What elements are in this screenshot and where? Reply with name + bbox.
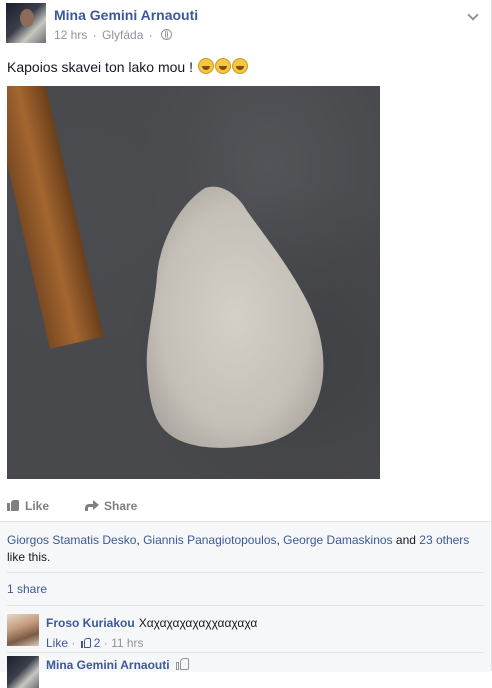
meta-separator: · (71, 636, 76, 650)
thumbs-up-icon (80, 638, 92, 648)
post-time[interactable]: 12 hrs (54, 28, 87, 42)
comment-meta: Like · 2 · 11 hrs (46, 636, 144, 650)
feedback-section: Giorgos Stamatis Desko, Giannis Panagiot… (0, 521, 491, 688)
laughing-emoji-icon (231, 58, 248, 74)
comment-time[interactable]: 11 hrs (111, 636, 143, 650)
post-meta: 12 hrs · Glyfáda · (54, 28, 173, 42)
commenter-avatar[interactable] (7, 656, 39, 688)
divider (7, 572, 484, 573)
shares-link[interactable]: 1 share (7, 582, 47, 596)
post-card: Mina Gemini Arnaouti 12 hrs · Glyfáda · … (0, 0, 492, 688)
author-avatar[interactable] (6, 3, 46, 43)
post-location[interactable]: Glyfáda (102, 28, 143, 42)
divider (7, 652, 484, 653)
meta-separator: · (92, 28, 97, 42)
author-name[interactable]: Mina Gemini Arnaouti (54, 7, 198, 23)
action-bar: Like Share (7, 493, 477, 519)
like-label: Like (25, 499, 50, 513)
post-header: Mina Gemini Arnaouti 12 hrs · Glyfáda · (6, 3, 486, 45)
meta-separator: · (103, 636, 108, 650)
globe-icon[interactable] (161, 29, 173, 40)
divider (7, 605, 484, 606)
share-button[interactable]: Share (85, 493, 137, 519)
liker-link[interactable]: George Damaskinos (283, 533, 392, 547)
likes-suffix: like this. (7, 550, 51, 564)
thumbs-up-icon[interactable] (175, 658, 189, 670)
liker-link[interactable]: Giorgos Stamatis Desko (7, 533, 136, 547)
commenter-name[interactable]: Mina Gemini Arnaouti (46, 658, 170, 672)
post-text-content: Kapoios skavei ton lako mou ! (7, 59, 193, 75)
like-button[interactable]: Like (7, 493, 49, 519)
post-text: Kapoios skavei ton lako mou ! (7, 58, 248, 75)
comment-header: Mina Gemini Arnaouti (46, 658, 189, 672)
comment: Mina Gemini Arnaouti (7, 656, 487, 688)
likes-and: and (392, 533, 420, 547)
liker-link[interactable]: Giannis Panagiotopoulos (143, 533, 276, 547)
share-arrow-icon (85, 499, 99, 511)
likes-summary: Giorgos Stamatis Desko, Giannis Panagiot… (7, 532, 487, 566)
comment-header: Froso Kuriakou Χαχαχαχαχαχχααχαχα (46, 616, 257, 630)
others-link[interactable]: 23 others (419, 533, 469, 547)
comment-like-link[interactable]: Like (46, 636, 68, 650)
comment-text: Χαχαχαχαχαχχααχαχα (138, 616, 258, 630)
thumbs-up-icon (7, 499, 20, 511)
share-label: Share (104, 499, 138, 513)
comment-like-count[interactable]: 2 (94, 636, 101, 650)
laughing-emoji-icon (214, 58, 231, 74)
commenter-name[interactable]: Froso Kuriakou (46, 616, 135, 630)
post-photo[interactable] (7, 86, 380, 479)
laughing-emoji-icon (197, 58, 214, 74)
meta-separator-2: · (148, 28, 153, 42)
comment: Froso Kuriakou Χαχαχαχαχαχχααχαχα Like · … (7, 614, 487, 650)
chevron-down-icon[interactable] (468, 11, 478, 21)
commenter-avatar[interactable] (7, 614, 39, 646)
